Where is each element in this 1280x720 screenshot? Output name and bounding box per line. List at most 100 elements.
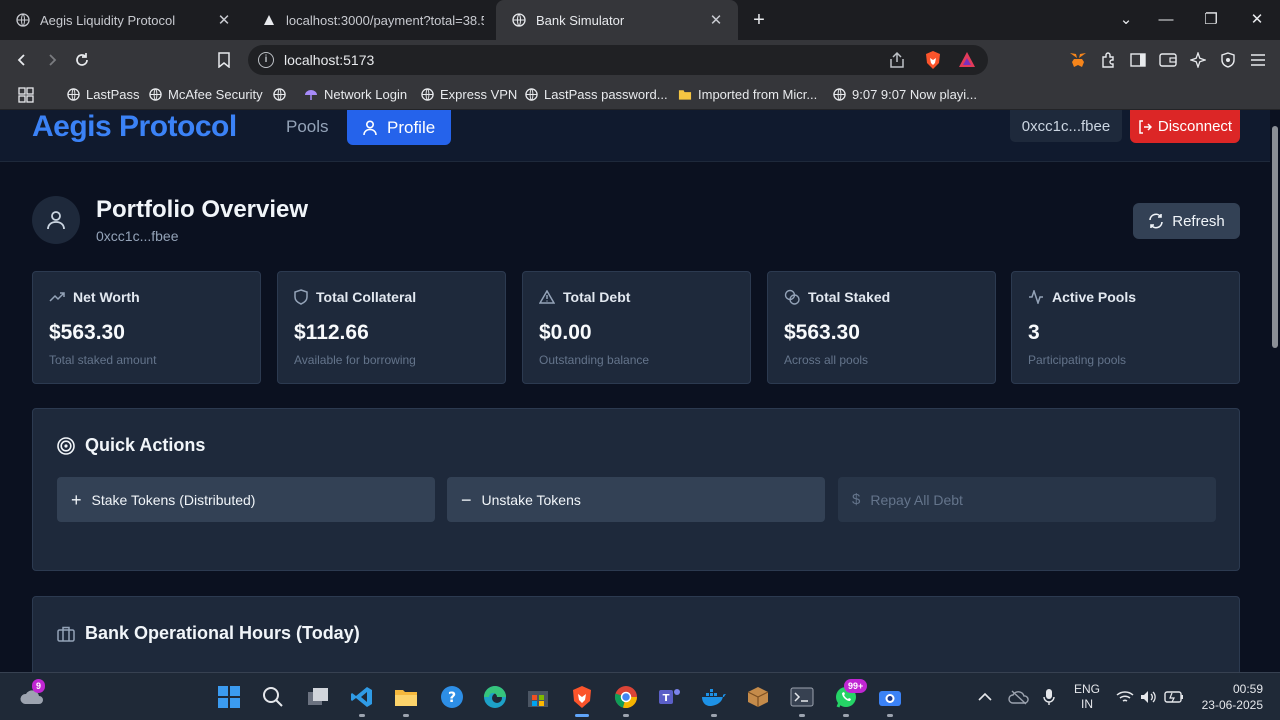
- tab-payment[interactable]: localhost:3000/payment?total=38.57: [246, 0, 498, 40]
- extensions-icon[interactable]: [1096, 48, 1120, 72]
- weather-widget-icon[interactable]: 9: [18, 679, 46, 711]
- globe-icon: [272, 87, 286, 101]
- bookmark-item-mcafee[interactable]: McAfee Security: [148, 87, 263, 102]
- running-indicator: [799, 714, 805, 717]
- new-tab-button[interactable]: +: [748, 8, 770, 32]
- stat-caption: Available for borrowing: [294, 353, 416, 367]
- disconnect-label: Disconnect: [1157, 118, 1233, 135]
- microsoft-store-icon[interactable]: [524, 683, 552, 711]
- site-info-icon[interactable]: i: [258, 52, 274, 68]
- app-navbar: Aegis Protocol Pools Profile 0xcc1c...fb…: [0, 110, 1270, 162]
- sidebar-icon[interactable]: [1126, 48, 1150, 72]
- menu-icon[interactable]: [1246, 48, 1270, 72]
- running-indicator: [359, 714, 365, 717]
- disconnect-button[interactable]: Disconnect: [1130, 110, 1240, 143]
- package-icon[interactable]: [744, 683, 772, 711]
- scrollbar-thumb[interactable]: [1272, 126, 1278, 348]
- tab-title: Bank Simulator: [536, 12, 625, 28]
- address-bar[interactable]: i localhost:5173: [248, 45, 988, 75]
- file-explorer-icon[interactable]: [392, 683, 420, 717]
- brand-logo[interactable]: Aegis Protocol: [32, 110, 237, 144]
- unstake-tokens-button[interactable]: − Unstake Tokens: [447, 477, 825, 522]
- nav-profile-button[interactable]: Profile: [347, 110, 451, 145]
- docker-icon[interactable]: [700, 683, 728, 717]
- bookmark-folder-imported[interactable]: Imported from Micr...: [678, 87, 817, 102]
- stat-value: 3: [1028, 321, 1040, 344]
- bookmark-item-now-playing[interactable]: 9:07 9:07 Now playi...: [832, 87, 977, 102]
- metamask-extension-icon[interactable]: [1066, 48, 1090, 72]
- stat-card-total-staked: Total Staked $563.30 Across all pools: [767, 271, 996, 384]
- maximize-button[interactable]: ❐: [1199, 8, 1223, 32]
- dollar-icon: $: [852, 491, 861, 508]
- bookmark-item-lastpass[interactable]: LastPass: [66, 87, 139, 102]
- clock[interactable]: 00:59 23-06-2025: [1197, 673, 1263, 720]
- stat-card-net-worth: Net Worth $563.30 Total staked amount: [32, 271, 261, 384]
- bookmark-item-globe[interactable]: [272, 87, 292, 101]
- vscode-icon[interactable]: [348, 683, 376, 717]
- search-icon[interactable]: [259, 683, 287, 711]
- url-text[interactable]: localhost:5173: [284, 52, 374, 68]
- user-icon: [47, 210, 65, 230]
- bookmark-item-lastpass-password[interactable]: LastPass password...: [524, 87, 668, 102]
- globe-icon: [512, 13, 526, 27]
- region-code: IN: [1081, 697, 1093, 711]
- page-content: Aegis Protocol Pools Profile 0xcc1c...fb…: [0, 110, 1280, 672]
- bookmark-label: LastPass: [86, 87, 140, 102]
- minimize-button[interactable]: —: [1154, 8, 1178, 32]
- close-window-button[interactable]: ✕: [1245, 8, 1269, 32]
- brave-rewards-icon[interactable]: [958, 51, 976, 74]
- tab-bank-simulator[interactable]: Bank Simulator ✕: [496, 0, 738, 40]
- bookmark-item-express-vpn[interactable]: Express VPN: [420, 87, 517, 102]
- task-view-icon[interactable]: [304, 683, 332, 711]
- page-scrollbar[interactable]: [1270, 110, 1280, 672]
- repay-all-debt-button[interactable]: $ Repay All Debt: [838, 477, 1216, 522]
- bookmark-item-network-login[interactable]: Network Login: [304, 87, 407, 102]
- active-indicator: [575, 714, 589, 717]
- share-icon[interactable]: [888, 51, 906, 74]
- reload-button[interactable]: [70, 48, 94, 72]
- stake-tokens-button[interactable]: + Stake Tokens (Distributed): [57, 477, 435, 522]
- tab-search-icon[interactable]: ⌄: [1114, 8, 1138, 32]
- user-icon: [363, 119, 377, 136]
- whatsapp-icon[interactable]: 99+: [832, 679, 868, 717]
- microphone-icon[interactable]: [1043, 673, 1055, 720]
- close-icon[interactable]: ✕: [708, 11, 724, 29]
- wifi-icon[interactable]: [1116, 673, 1134, 720]
- edge-icon[interactable]: [481, 683, 509, 711]
- svg-text:T: T: [663, 693, 670, 704]
- chrome-icon[interactable]: [612, 683, 640, 717]
- globe-icon: [66, 88, 80, 102]
- refresh-button[interactable]: Refresh: [1133, 203, 1240, 239]
- bookmark-icon[interactable]: [212, 48, 236, 72]
- stat-value: $0.00: [539, 321, 592, 344]
- vpn-shield-icon[interactable]: [1216, 48, 1240, 72]
- os-taskbar: 9 ? T 99+ ENG IN 00:59 23-06-2025: [0, 672, 1280, 720]
- leo-ai-icon[interactable]: [1186, 48, 1210, 72]
- onedrive-icon[interactable]: [1008, 673, 1030, 720]
- apps-icon[interactable]: [18, 87, 34, 103]
- bookmark-label: Express VPN: [440, 87, 518, 102]
- brave-shield-icon[interactable]: [924, 50, 942, 75]
- windows-start-icon[interactable]: [215, 683, 243, 711]
- tab-aegis-liquidity[interactable]: Aegis Liquidity Protocol ✕: [0, 0, 246, 40]
- language-indicator[interactable]: ENG IN: [1074, 673, 1100, 720]
- terminal-icon[interactable]: [788, 683, 816, 717]
- quick-actions-title: Quick Actions: [85, 435, 206, 455]
- stat-label: Total Staked: [808, 289, 891, 305]
- teams-icon[interactable]: T: [656, 683, 684, 711]
- show-hidden-icons[interactable]: [978, 673, 992, 720]
- wallet-address-chip[interactable]: 0xcc1c...fbee: [1010, 110, 1122, 142]
- forward-button[interactable]: [40, 48, 64, 72]
- wallet-icon[interactable]: [1156, 48, 1180, 72]
- tab-title: localhost:3000/payment?total=38.57: [286, 12, 484, 28]
- battery-icon[interactable]: [1164, 673, 1184, 720]
- help-icon[interactable]: ?: [438, 683, 466, 711]
- close-icon[interactable]: ✕: [216, 11, 232, 29]
- nav-pools-link[interactable]: Pools: [286, 117, 329, 137]
- warning-icon: [539, 290, 555, 304]
- brave-browser-icon[interactable]: [568, 683, 596, 717]
- camera-app-icon[interactable]: [876, 683, 904, 717]
- nav-profile-label: Profile: [387, 117, 436, 137]
- volume-icon[interactable]: [1140, 673, 1158, 720]
- back-button[interactable]: [10, 48, 34, 72]
